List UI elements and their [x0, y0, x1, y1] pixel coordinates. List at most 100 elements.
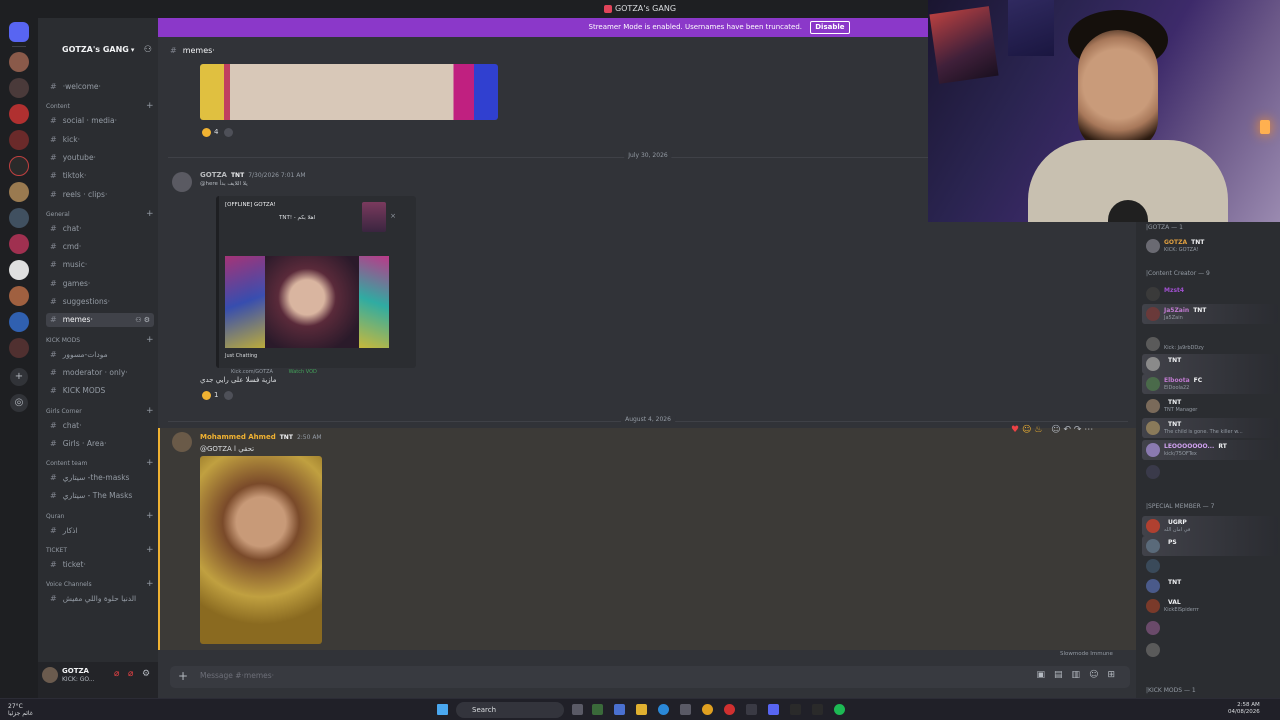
windows-start-icon[interactable] [437, 704, 448, 715]
discord-taskbar-icon[interactable] [768, 704, 779, 715]
laugh-reaction-icon[interactable]: ☺ [1022, 425, 1031, 435]
file-explorer-icon[interactable] [636, 704, 647, 715]
embed-author[interactable]: [OFFLINE] GOTZA! [225, 202, 276, 208]
channel-category[interactable]: General + [46, 209, 154, 219]
member-item[interactable]: Ja5Zain TNT Ja5Zain [1142, 304, 1278, 324]
create-channel-icon[interactable]: + [146, 511, 154, 521]
app-icon[interactable] [790, 704, 801, 715]
avatar[interactable] [172, 432, 192, 452]
server-icon-tnt[interactable] [9, 156, 29, 176]
create-channel-icon[interactable]: + [146, 458, 154, 468]
settings-gear-icon[interactable]: ⚙ [142, 669, 150, 679]
avatar[interactable] [42, 667, 58, 683]
member-item[interactable]: TNT The child is gone. The killer w... [1142, 418, 1278, 438]
channel-category[interactable]: Content + [46, 101, 154, 111]
member-item[interactable]: VAL KickElSpiderrr [1142, 596, 1278, 616]
mute-mic-icon[interactable]: ⌀ [114, 669, 119, 679]
apps-icon[interactable]: ⊞ [1107, 670, 1124, 680]
spotify-icon[interactable] [834, 704, 845, 715]
server-icon[interactable] [9, 260, 29, 280]
channel-item[interactable]: # music· [46, 258, 154, 272]
app-icon[interactable] [812, 704, 823, 715]
message-image[interactable] [200, 64, 498, 120]
weather-widget[interactable]: 27°C غائم جزئيا [8, 703, 33, 717]
sticker-icon[interactable]: ▥ [1072, 670, 1090, 680]
channel-settings-icon[interactable]: ⚇ ⚙ [135, 313, 150, 327]
channel-item[interactable]: # tiktok· [46, 169, 154, 183]
create-channel-icon[interactable]: + [146, 545, 154, 555]
create-channel-icon[interactable]: + [146, 209, 154, 219]
channel-item[interactable]: # Girls · Area· [46, 437, 154, 451]
invite-people-icon[interactable]: ⚇ [144, 41, 152, 59]
channel-category[interactable]: Quran + [46, 511, 154, 521]
channel-item[interactable]: # ·welcome· [46, 80, 154, 94]
channel-item[interactable]: # games· [46, 277, 154, 291]
channel-item[interactable]: # reels · clips· [46, 188, 154, 202]
member-item[interactable] [1142, 462, 1278, 482]
store-icon[interactable] [680, 704, 691, 715]
channel-item[interactable]: # moderator · only· [46, 366, 154, 380]
channel-item[interactable]: # chat· [46, 419, 154, 433]
channel-item[interactable]: # youtube· [46, 151, 154, 165]
embed-image[interactable] [225, 256, 389, 348]
channel-item[interactable]: # KICK MODS [46, 384, 154, 398]
message-author[interactable]: GOTZA TNT 7/30/2026 7:01 AM [200, 171, 306, 179]
avatar[interactable] [172, 172, 192, 192]
emoji-icon[interactable]: ☺ [1089, 670, 1107, 680]
watch-vod-button[interactable]: Watch VOD [289, 369, 317, 375]
add-server-icon[interactable]: + [10, 368, 28, 386]
server-icon[interactable] [9, 104, 29, 124]
server-header[interactable]: GOTZA's GANG ▾ ⚇ [38, 41, 158, 59]
server-icon[interactable] [9, 286, 29, 306]
server-icon[interactable] [9, 312, 29, 332]
channel-item[interactable]: # مودات-مسوور [46, 348, 154, 362]
embed-title[interactable]: TNT! - اهلا بكم [279, 215, 315, 221]
channel-item[interactable]: # kick· [46, 133, 154, 147]
member-item[interactable]: TNT [1142, 354, 1278, 374]
attach-plus-icon[interactable]: + [176, 669, 190, 683]
channel-item[interactable]: # cmd· [46, 240, 154, 254]
channel-item[interactable]: # ticket· [46, 558, 154, 572]
channel-item[interactable]: # chat· [46, 222, 154, 236]
gif-icon[interactable]: ▤ [1054, 670, 1072, 680]
taskbar-clock[interactable]: 2:58 AM 04/08/2026 [1228, 702, 1260, 716]
add-reaction-icon[interactable] [224, 127, 234, 137]
channel-category[interactable]: Girls Corner + [46, 406, 154, 416]
reply-preview[interactable]: @here يلا اللايف بدأ [200, 181, 248, 187]
message-gif[interactable] [200, 456, 322, 644]
create-channel-icon[interactable]: + [146, 406, 154, 416]
create-channel-icon[interactable]: + [146, 579, 154, 589]
member-item[interactable]: PS [1142, 536, 1278, 556]
server-icon[interactable] [9, 182, 29, 202]
channel-item[interactable]: # سيتاري -the-masks [46, 471, 154, 485]
channel-item[interactable]: # suggestions· [46, 295, 154, 309]
server-icon[interactable] [9, 338, 29, 358]
member-item[interactable]: GOTZA TNT KICK: GOTZA! [1142, 236, 1278, 256]
member-item[interactable]: TNT TNT Manager [1142, 396, 1278, 416]
create-channel-icon[interactable]: + [146, 101, 154, 111]
reply-icon[interactable]: ↶ [1063, 425, 1071, 435]
channel-category[interactable]: KICK MODS + [46, 335, 154, 345]
app-icon[interactable] [746, 704, 757, 715]
member-item[interactable]: LEOOOOOOO... RT kick/75OFTex [1142, 440, 1278, 460]
message-author[interactable]: Mohammed Ahmed TNT 2:50 AM [200, 433, 322, 441]
member-item[interactable]: Mzst4 [1142, 284, 1278, 304]
task-view-icon[interactable] [572, 704, 583, 715]
reaction[interactable]: 4 [202, 126, 234, 139]
add-reaction-icon[interactable]: ☺ [1051, 425, 1060, 435]
channel-category[interactable]: Content team + [46, 458, 154, 468]
reaction[interactable]: 1 [202, 389, 234, 402]
member-item[interactable] [1142, 640, 1278, 660]
app-icon[interactable] [724, 704, 735, 715]
more-options-icon[interactable]: ⋯ [1084, 425, 1093, 435]
taskbar-search[interactable]: Search [456, 702, 564, 718]
server-icon[interactable] [9, 130, 29, 150]
channel-item[interactable]: # social · media· [46, 114, 154, 128]
member-item[interactable] [1142, 618, 1278, 638]
chrome-icon[interactable] [702, 704, 713, 715]
channel-category[interactable]: Voice Channels + [46, 579, 154, 589]
app-icon[interactable] [592, 704, 603, 715]
close-icon[interactable]: × [390, 212, 396, 220]
explore-servers-icon[interactable]: ◎ [10, 394, 28, 412]
gift-icon[interactable]: ▣ [1037, 670, 1055, 680]
